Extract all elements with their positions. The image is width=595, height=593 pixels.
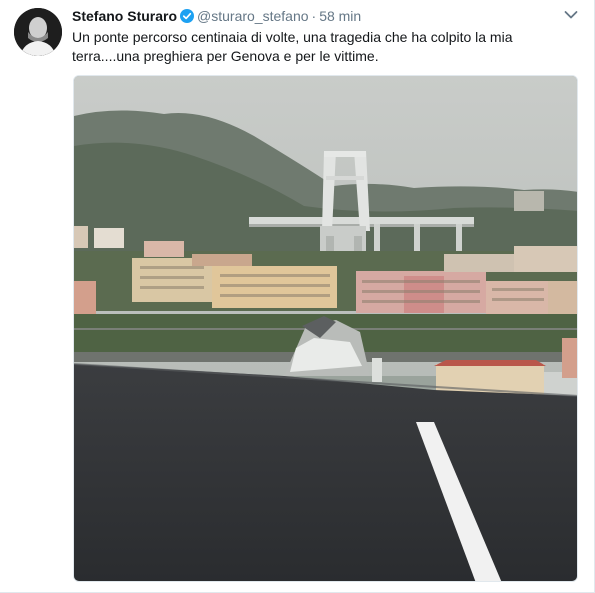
author-name[interactable]: Stefano Sturaro <box>72 8 177 24</box>
verified-badge-icon <box>180 9 195 23</box>
separator-dot: · <box>311 8 317 24</box>
author-handle[interactable]: @sturaro_stefano <box>197 8 309 24</box>
tweet-text: Un ponte percorso centinaia di volte, un… <box>72 29 513 64</box>
tweet-card: Stefano Sturaro @sturaro_stefano · 58 min U… <box>0 0 595 593</box>
tweet-timestamp[interactable]: 58 min <box>319 8 361 24</box>
avatar-image <box>14 8 62 56</box>
chevron-down-icon[interactable] <box>564 10 578 20</box>
tweet-photo[interactable] <box>73 75 578 582</box>
bridge-collapse-photo <box>74 76 577 581</box>
tweet-header: Stefano Sturaro @sturaro_stefano · 58 min <box>72 6 564 26</box>
avatar[interactable] <box>14 8 62 56</box>
